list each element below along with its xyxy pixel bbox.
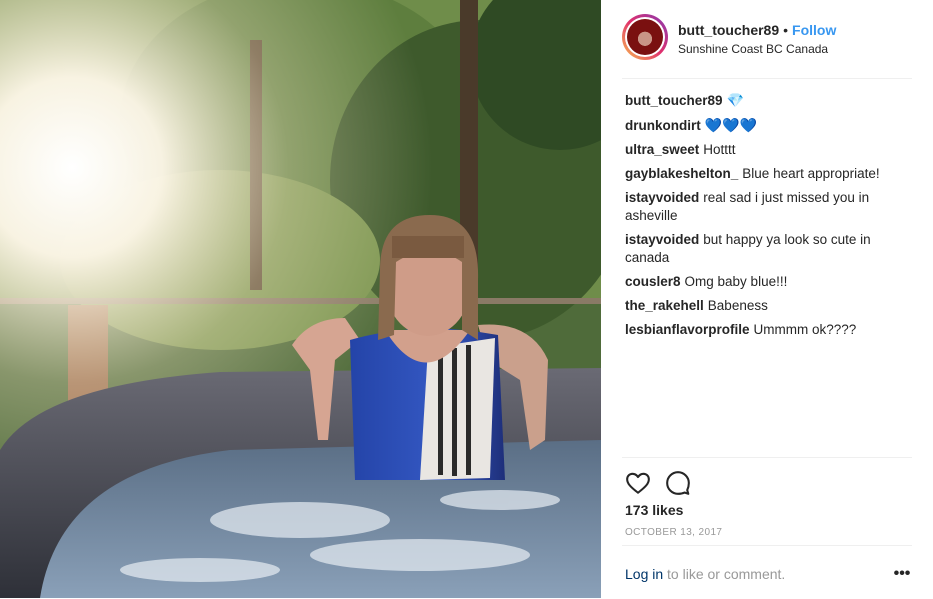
comment-text: Ummmm ok???? xyxy=(753,322,857,337)
comment-username[interactable]: butt_toucher89 xyxy=(625,93,723,108)
comment-username[interactable]: istayvoided xyxy=(625,190,699,205)
comment-username[interactable]: cousler8 xyxy=(625,274,681,289)
heart-icon[interactable] xyxy=(625,470,651,496)
comment-item: ultra_sweet Hotttt xyxy=(625,141,915,159)
comment-username[interactable]: gayblakeshelton_ xyxy=(625,166,738,181)
comment-item: lesbianflavorprofile Ummmm ok???? xyxy=(625,321,915,339)
login-prompt-text: to like or comment. xyxy=(663,566,786,582)
username-row: butt_toucher89 • Follow xyxy=(678,22,836,38)
follow-button[interactable]: Follow xyxy=(792,22,836,38)
comment-username[interactable]: ultra_sweet xyxy=(625,142,699,157)
comment-footer: Log in to like or comment. ••• xyxy=(622,545,912,599)
username-link[interactable]: butt_toucher89 xyxy=(678,22,779,38)
post-side-panel: butt_toucher89 • Follow Sunshine Coast BC … xyxy=(601,0,933,598)
comment-username[interactable]: lesbianflavorprofile xyxy=(625,322,750,337)
post-header: butt_toucher89 • Follow Sunshine Coast BC … xyxy=(622,14,912,79)
location-link[interactable]: Sunshine Coast BC Canada xyxy=(678,42,828,56)
comment-emoji: 💎 xyxy=(726,92,744,108)
avatar[interactable] xyxy=(622,14,668,60)
more-options-icon[interactable]: ••• xyxy=(892,564,912,584)
comment-item: istayvoided real sad i just missed you in… xyxy=(625,189,915,225)
comment-icon[interactable] xyxy=(665,470,691,496)
post-photo[interactable] xyxy=(0,0,601,598)
post-date: OCTOBER 13, 2017 xyxy=(625,527,723,538)
comment-username[interactable]: the_rakehell xyxy=(625,298,704,313)
comment-text: Blue heart appropriate! xyxy=(742,166,880,181)
comment-item: drunkondirt 💙💙💙 xyxy=(625,116,915,135)
comment-text: Babeness xyxy=(707,298,768,313)
comment-emoji: 💙💙💙 xyxy=(704,117,758,133)
separator-dot: • xyxy=(783,22,789,38)
hot-tub-photo xyxy=(0,0,601,598)
login-link[interactable]: Log in xyxy=(625,566,663,582)
comment-item: gayblakeshelton_ Blue heart appropriate! xyxy=(625,165,915,183)
likes-count[interactable]: 173 likes xyxy=(625,502,683,518)
comment-username[interactable]: istayvoided xyxy=(625,232,699,247)
comment-item: istayvoided but happy ya look so cute in … xyxy=(625,231,915,267)
comment-text: Hotttt xyxy=(703,142,736,157)
comment-text: Omg baby blue!!! xyxy=(684,274,788,289)
login-prompt: Log in to like or comment. xyxy=(625,566,785,582)
action-bar xyxy=(622,457,912,495)
comments-list: butt_toucher89 💎 drunkondirt 💙💙💙 ultra_swe… xyxy=(625,91,915,345)
comment-item: butt_toucher89 💎 xyxy=(625,91,915,110)
comment-item: cousler8 Omg baby blue!!! xyxy=(625,273,915,291)
comment-username[interactable]: drunkondirt xyxy=(625,118,701,133)
comment-item: the_rakehell Babeness xyxy=(625,297,915,315)
